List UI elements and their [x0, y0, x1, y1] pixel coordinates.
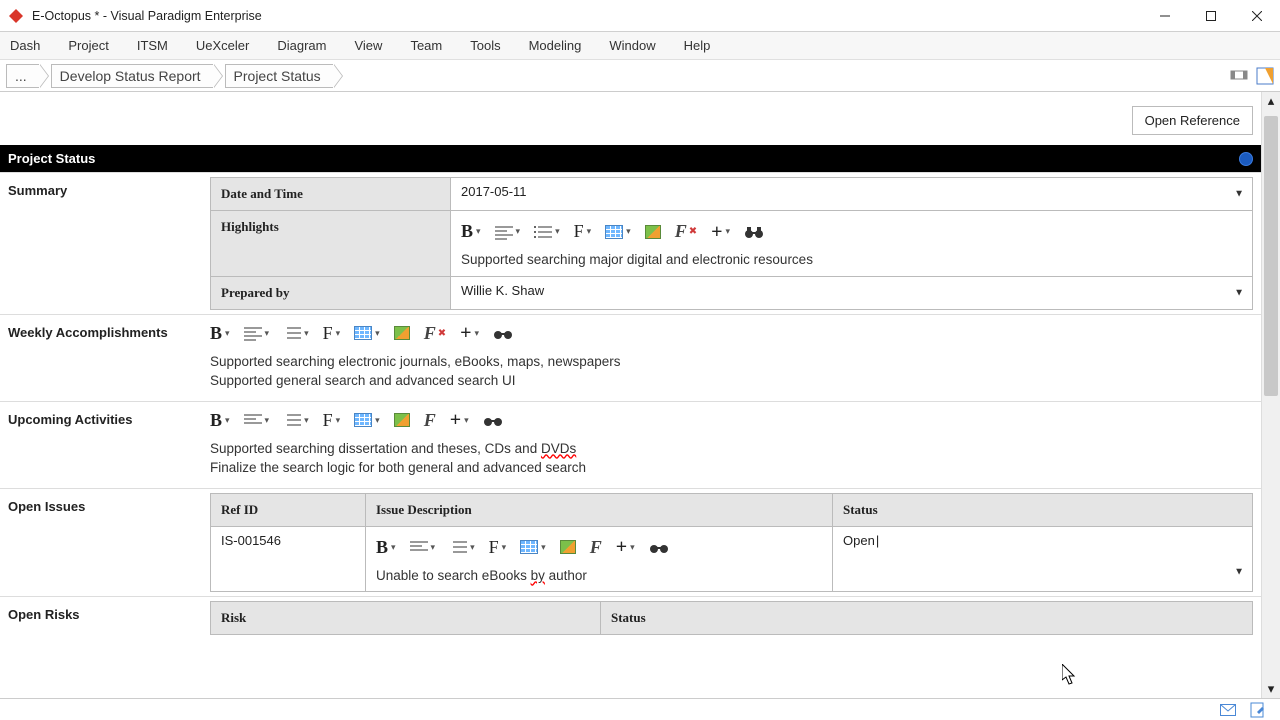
col-refid: Ref ID	[211, 493, 366, 526]
insert-icon[interactable]: +▾	[460, 326, 479, 340]
bold-icon[interactable]: B▾	[210, 410, 230, 431]
view-mode-icon[interactable]	[1230, 67, 1248, 85]
font-icon[interactable]: F▾	[574, 221, 592, 242]
align-icon[interactable]: ▾	[244, 324, 270, 342]
date-time-value[interactable]: 2017-05-11 ▼	[451, 178, 1253, 211]
clear-format-icon[interactable]: F	[590, 537, 602, 558]
font-icon[interactable]: F▾	[489, 537, 507, 558]
window-title: E-Octopus * - Visual Paradigm Enterprise	[32, 9, 262, 23]
col-risk: Risk	[211, 602, 601, 635]
issue-status[interactable]: Open ▼	[833, 526, 1253, 592]
edit-icon[interactable]	[1250, 702, 1266, 718]
weekly-text[interactable]: Supported searching electronic journals,…	[210, 352, 1253, 391]
table-icon[interactable]: ▾	[520, 540, 546, 554]
chevron-down-icon[interactable]: ▼	[1234, 567, 1244, 578]
insert-icon[interactable]: +▾	[711, 225, 730, 239]
image-icon[interactable]	[645, 225, 661, 239]
panel-icon[interactable]	[1256, 67, 1274, 85]
open-issues-label: Open Issues	[0, 489, 210, 597]
menu-uexceler[interactable]: UeXceler	[196, 38, 249, 53]
menu-team[interactable]: Team	[410, 38, 442, 53]
issue-refid[interactable]: IS-001546	[211, 526, 366, 592]
font-icon[interactable]: F▾	[323, 410, 341, 431]
col-risk-status: Status	[601, 602, 1253, 635]
minimize-button[interactable]	[1142, 0, 1188, 32]
scroll-down-icon[interactable]: ▾	[1262, 680, 1280, 698]
align-icon[interactable]: ▾	[244, 411, 270, 429]
scroll-thumb[interactable]	[1264, 116, 1278, 396]
table-icon[interactable]: ▾	[605, 225, 631, 239]
image-icon[interactable]	[560, 540, 576, 554]
open-reference-button[interactable]: Open Reference	[1132, 106, 1253, 135]
list-icon[interactable]: ▾	[283, 324, 309, 342]
menu-project[interactable]: Project	[68, 38, 108, 53]
breadcrumb-root[interactable]: ...	[6, 64, 39, 88]
app-icon	[8, 8, 24, 24]
insert-icon[interactable]: +▾	[450, 413, 469, 427]
breadcrumb-current[interactable]: Project Status	[225, 64, 333, 88]
bold-icon[interactable]: B▾	[461, 221, 481, 242]
find-icon[interactable]	[649, 539, 669, 555]
weekly-label: Weekly Accomplishments	[0, 315, 210, 401]
upcoming-toolbar: B▾ ▾ ▾ F▾ ▾ F +▾	[210, 406, 1253, 439]
open-risks-label: Open Risks	[0, 597, 210, 639]
upcoming-label: Upcoming Activities	[0, 402, 210, 488]
menu-view[interactable]: View	[354, 38, 382, 53]
clear-format-icon[interactable]: F✖	[675, 221, 697, 242]
list-icon[interactable]: ▾	[534, 223, 560, 241]
table-icon[interactable]: ▾	[354, 326, 380, 340]
highlights-editor[interactable]: B▾ ▾ ▾ F▾ ▾ F✖ +▾ Supported searching ma…	[451, 211, 1253, 277]
target-icon[interactable]	[1239, 152, 1253, 166]
upcoming-text[interactable]: Supported searching dissertation and the…	[210, 439, 1253, 478]
image-icon[interactable]	[394, 413, 410, 427]
image-icon[interactable]	[394, 326, 410, 340]
highlights-text[interactable]: Supported searching major digital and el…	[461, 250, 1242, 270]
font-icon[interactable]: F▾	[323, 323, 341, 344]
vertical-scrollbar[interactable]: ▴ ▾	[1262, 92, 1280, 698]
mail-icon[interactable]	[1220, 702, 1236, 718]
clear-format-icon[interactable]: F✖	[424, 323, 446, 344]
menu-window[interactable]: Window	[609, 38, 655, 53]
bold-icon[interactable]: B▾	[210, 323, 230, 344]
list-icon[interactable]: ▾	[449, 538, 475, 556]
prepared-by-label: Prepared by	[211, 276, 451, 309]
chevron-down-icon[interactable]: ▼	[1234, 287, 1244, 298]
menu-dash[interactable]: Dash	[10, 38, 40, 53]
breadcrumb-bar: ... Develop Status Report Project Status	[0, 60, 1280, 92]
align-icon[interactable]: ▾	[495, 223, 521, 241]
menu-tools[interactable]: Tools	[470, 38, 500, 53]
find-icon[interactable]	[483, 412, 503, 428]
highlights-label: Highlights	[211, 211, 451, 277]
weekly-toolbar: B▾ ▾ ▾ F▾ ▾ F✖ +▾	[210, 319, 1253, 352]
close-button[interactable]	[1234, 0, 1280, 32]
menu-bar: Dash Project ITSM UeXceler Diagram View …	[0, 32, 1280, 60]
menu-itsm[interactable]: ITSM	[137, 38, 168, 53]
breadcrumb-develop[interactable]: Develop Status Report	[51, 64, 213, 88]
col-desc: Issue Description	[366, 493, 833, 526]
bold-icon[interactable]: B▾	[376, 537, 396, 558]
insert-icon[interactable]: +▾	[616, 540, 635, 554]
date-time-label: Date and Time	[211, 178, 451, 211]
issue-desc[interactable]: B▾ ▾ ▾ F▾ ▾ F +▾ Unable to search eBooks	[366, 526, 833, 592]
table-icon[interactable]: ▾	[354, 413, 380, 427]
status-bar	[0, 698, 1280, 720]
find-icon[interactable]	[744, 224, 764, 240]
clear-format-icon[interactable]: F	[424, 410, 436, 431]
menu-diagram[interactable]: Diagram	[277, 38, 326, 53]
scroll-up-icon[interactable]: ▴	[1262, 92, 1280, 110]
list-icon[interactable]: ▾	[283, 411, 309, 429]
chevron-down-icon[interactable]: ▼	[1234, 189, 1244, 200]
section-title: Project Status	[8, 151, 95, 166]
highlights-toolbar: B▾ ▾ ▾ F▾ ▾ F✖ +▾	[461, 217, 1242, 250]
align-icon[interactable]: ▾	[410, 538, 436, 556]
menu-modeling[interactable]: Modeling	[529, 38, 582, 53]
find-icon[interactable]	[493, 325, 513, 341]
section-header: Project Status	[0, 145, 1261, 172]
maximize-button[interactable]	[1188, 0, 1234, 32]
col-status: Status	[833, 493, 1253, 526]
prepared-by-value[interactable]: Willie K. Shaw ▼	[451, 276, 1253, 309]
menu-help[interactable]: Help	[684, 38, 711, 53]
summary-label: Summary	[0, 173, 210, 314]
